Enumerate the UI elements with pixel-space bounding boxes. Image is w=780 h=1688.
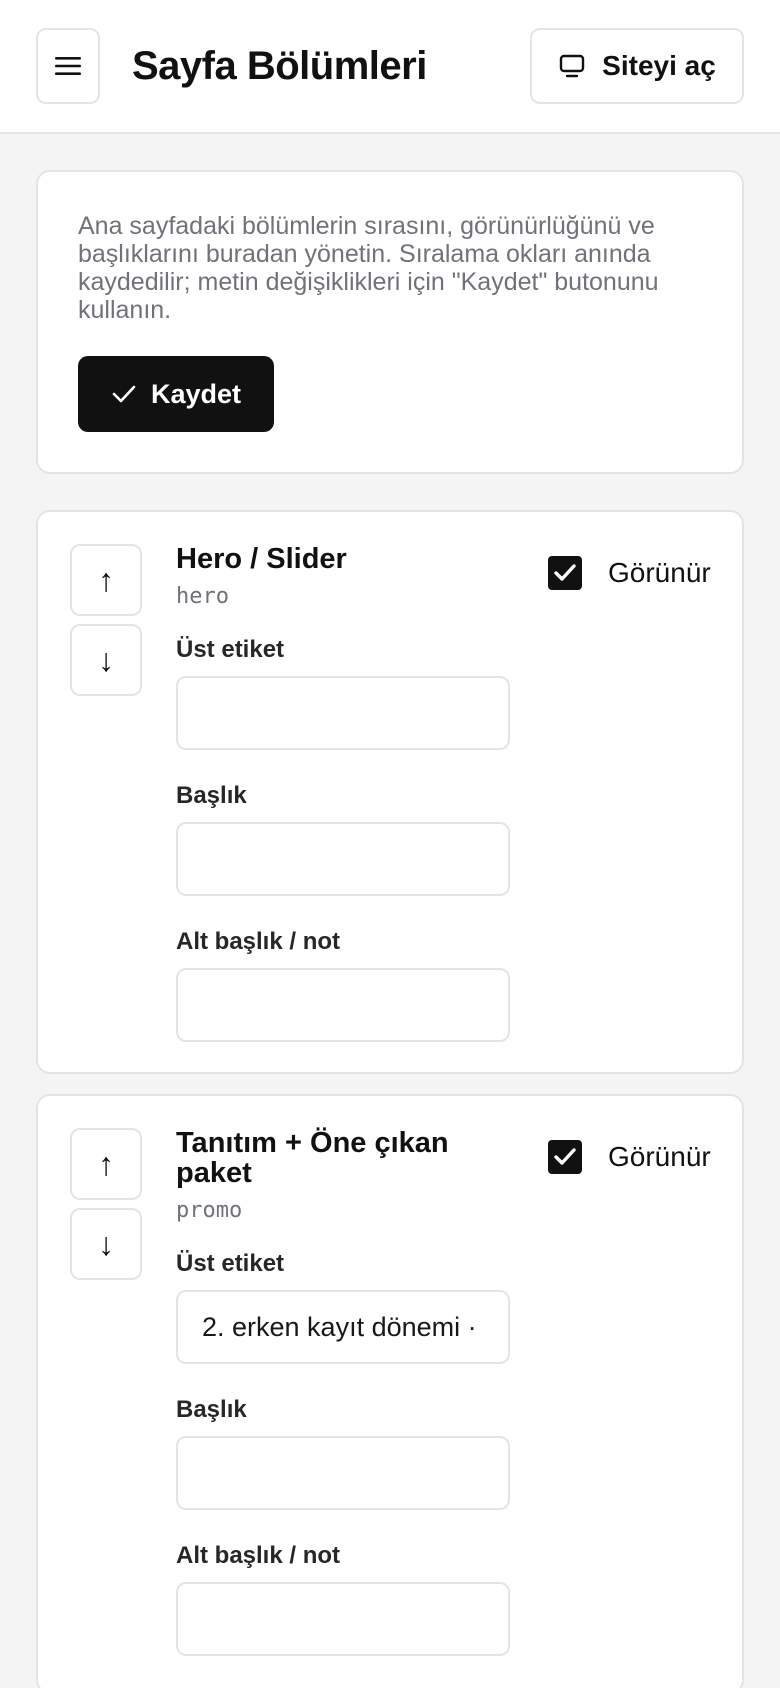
title-label: Başlık [176, 782, 247, 809]
eyebrow-input[interactable] [176, 1290, 510, 1364]
save-button[interactable]: Kaydet [78, 356, 274, 432]
title-input[interactable] [176, 1436, 510, 1510]
visible-checkbox[interactable] [548, 556, 582, 590]
subtitle-input[interactable] [176, 968, 510, 1042]
move-up-button[interactable]: ↑ [70, 544, 142, 616]
section-key: hero [176, 584, 229, 609]
section-title: Tanıtım + Öne çıkan paket [176, 1127, 449, 1189]
eyebrow-label: Üst etiket [176, 636, 285, 663]
eyebrow-label: Üst etiket [176, 1250, 285, 1277]
title-input[interactable] [176, 822, 510, 896]
top-bar: Sayfa Bölümleri Siteyi aç [0, 0, 780, 134]
section-card-hero: ↑ ↓ Hero / Slider hero Görünür Üst etike… [36, 510, 744, 1074]
save-label: Kaydet [150, 378, 242, 409]
check-icon [554, 1148, 576, 1165]
section-key: promo [176, 1198, 243, 1223]
page-title: Sayfa Bölümleri [132, 44, 427, 88]
move-down-button[interactable]: ↓ [70, 1208, 142, 1280]
hamburger-icon [55, 57, 81, 75]
subtitle-label: Alt başlık / not [176, 928, 341, 955]
eyebrow-input[interactable] [176, 676, 510, 750]
intro-card: Ana sayfadaki bölümlerin sırasını, görün… [36, 170, 744, 474]
move-up-button[interactable]: ↑ [70, 1128, 142, 1200]
intro-description: Ana sayfadaki bölümlerin sırasını, görün… [78, 212, 659, 324]
move-down-button[interactable]: ↓ [70, 624, 142, 696]
section-title: Hero / Slider [176, 543, 347, 575]
title-label: Başlık [176, 1396, 247, 1423]
open-site-label: Siteyi aç [602, 50, 716, 81]
menu-button[interactable] [36, 28, 100, 104]
visible-label: Görünür [608, 1141, 711, 1172]
visible-toggle[interactable]: Görünür [548, 556, 711, 590]
section-card-promo: ↑ ↓ Tanıtım + Öne çıkan paket promo Görü… [36, 1094, 744, 1688]
check-icon [112, 385, 136, 403]
subtitle-input[interactable] [176, 1582, 510, 1656]
visible-label: Görünür [608, 557, 711, 588]
subtitle-label: Alt başlık / not [176, 1542, 341, 1569]
monitor-icon [559, 54, 585, 78]
visible-toggle[interactable]: Görünür [548, 1140, 711, 1174]
check-icon [554, 564, 576, 581]
open-site-button[interactable]: Siteyi aç [530, 28, 744, 104]
visible-checkbox[interactable] [548, 1140, 582, 1174]
